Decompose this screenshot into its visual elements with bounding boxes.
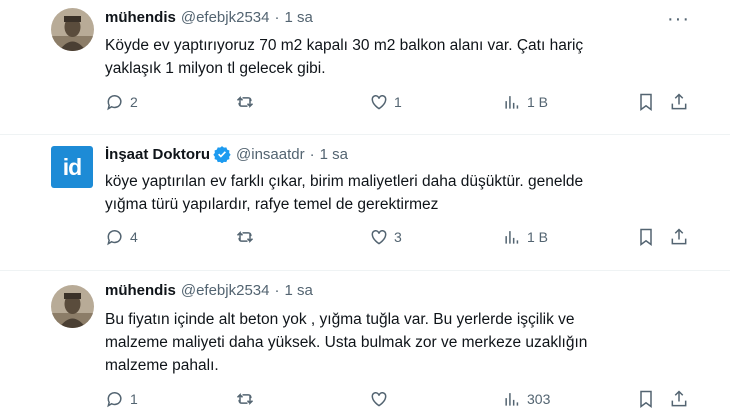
heart-icon — [371, 391, 387, 407]
user-handle[interactable]: @insaatdr — [236, 146, 305, 163]
separator-dot: · — [274, 282, 280, 299]
share-icon — [671, 390, 687, 407]
views-button[interactable]: 303 — [502, 389, 550, 409]
tweet[interactable]: id İnşaat Doktoru @insaatdr · 1 sa köye … — [0, 135, 730, 271]
tweet-header: İnşaat Doktoru @insaatdr · 1 sa — [105, 145, 348, 163]
action-bar: 1 303 — [105, 389, 695, 413]
retweet-icon — [236, 96, 254, 108]
logo-text: id — [62, 153, 82, 180]
tweet[interactable]: mühendis @efebjk2534 · 1 sa Bu fiyatın i… — [0, 271, 730, 420]
retweet-button[interactable] — [235, 92, 260, 112]
tweet-text-line: Bu fiyatın içinde alt beton yok , yığma … — [105, 311, 575, 328]
like-button[interactable] — [369, 389, 394, 409]
bookmark-button[interactable] — [636, 227, 656, 247]
reply-count: 1 — [130, 391, 138, 407]
display-name[interactable]: mühendis — [105, 9, 176, 26]
tweet-text-line: köye yaptırılan ev farklı çıkar, birim m… — [105, 173, 584, 190]
tweet-text-line: malzeme pahalı. — [105, 357, 219, 374]
share-button[interactable] — [669, 92, 689, 112]
like-count: 1 — [394, 94, 402, 110]
reply-button[interactable]: 4 — [105, 227, 138, 247]
share-icon — [671, 93, 687, 110]
views-button[interactable]: 1 B — [502, 92, 548, 112]
tweet-text-line: yığma türü yapılardır, rafye temel de ge… — [105, 196, 439, 213]
heart-icon — [371, 94, 387, 110]
tweet-header: mühendis @efebjk2534 · 1 sa — [105, 282, 313, 299]
user-handle[interactable]: @efebjk2534 — [181, 9, 270, 26]
retweet-icon — [236, 393, 254, 405]
bookmark-icon — [640, 93, 652, 111]
views-button[interactable]: 1 B — [502, 227, 548, 247]
tweet-text: Bu fiyatın içinde alt beton yok , yığma … — [105, 308, 695, 377]
separator-dot: · — [274, 9, 280, 26]
tweet[interactable]: mühendis @efebjk2534 · 1 sa ··· Köyde ev… — [0, 0, 730, 135]
view-count: 1 B — [527, 229, 549, 245]
separator-dot: · — [309, 145, 315, 163]
like-count: 3 — [394, 229, 402, 245]
user-handle[interactable]: @efebjk2534 — [181, 282, 270, 299]
tweet-text-line: Köyde ev yaptırıyoruz 70 m2 kapalı 30 m2… — [105, 37, 584, 54]
verified-badge-icon — [213, 146, 231, 163]
action-bar: 4 3 1 B — [105, 227, 695, 251]
bookmark-icon — [640, 390, 652, 408]
tweet-text-line: yaklaşık 1 milyon tl gelecek gibi. — [105, 60, 326, 77]
bookmark-button[interactable] — [636, 92, 656, 112]
share-button[interactable] — [669, 389, 689, 409]
heart-icon — [371, 229, 387, 245]
display-name[interactable]: İnşaat Doktoru — [105, 146, 210, 163]
avatar[interactable] — [51, 8, 94, 51]
view-count: 1 B — [527, 94, 549, 110]
avatar[interactable] — [51, 285, 94, 328]
reply-count: 4 — [130, 229, 138, 245]
reply-icon — [107, 230, 122, 246]
timestamp[interactable]: 1 sa — [284, 282, 312, 299]
reply-button[interactable]: 2 — [105, 92, 138, 112]
reply-count: 2 — [130, 94, 138, 110]
bookmark-button[interactable] — [636, 389, 656, 409]
avatar[interactable]: id — [51, 146, 93, 188]
more-options-icon[interactable]: ··· — [667, 8, 690, 31]
timestamp[interactable]: 1 sa — [320, 146, 348, 163]
tweet-text: köye yaptırılan ev farklı çıkar, birim m… — [105, 170, 695, 216]
retweet-button[interactable] — [235, 389, 260, 409]
tweet-text: Köyde ev yaptırıyoruz 70 m2 kapalı 30 m2… — [105, 34, 695, 80]
like-button[interactable]: 3 — [369, 227, 402, 247]
reply-button[interactable]: 1 — [105, 389, 138, 409]
views-icon — [505, 393, 519, 406]
views-icon — [505, 96, 519, 109]
action-bar: 2 1 1 B — [105, 92, 695, 116]
view-count: 303 — [527, 391, 551, 407]
display-name[interactable]: mühendis — [105, 282, 176, 299]
views-icon — [505, 231, 519, 244]
reply-icon — [107, 95, 122, 111]
share-icon — [671, 228, 687, 245]
tweet-text-line: malzeme maliyeti daha yüksek. Usta bulma… — [105, 334, 588, 351]
tweet-header: mühendis @efebjk2534 · 1 sa — [105, 9, 313, 26]
retweet-icon — [236, 231, 254, 243]
timestamp[interactable]: 1 sa — [284, 9, 312, 26]
share-button[interactable] — [669, 227, 689, 247]
like-button[interactable]: 1 — [369, 92, 402, 112]
bookmark-icon — [640, 228, 652, 246]
reply-icon — [107, 392, 122, 408]
retweet-button[interactable] — [235, 227, 260, 247]
